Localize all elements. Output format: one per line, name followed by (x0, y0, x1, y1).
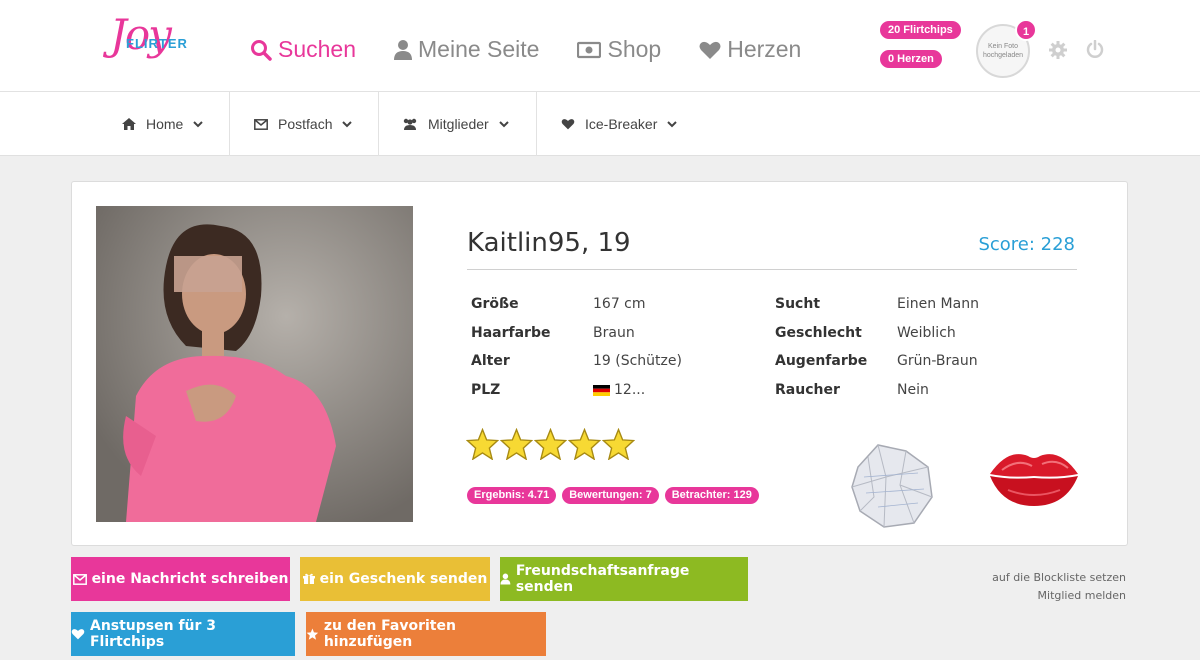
report-member-link[interactable]: Mitglied melden (992, 587, 1126, 605)
rating-stats: Ergebnis: 4.71 Bewertungen: 7 Betrachter… (467, 487, 759, 504)
chevron-down-icon (342, 120, 353, 127)
send-gift-button[interactable]: ein Geschenk senden (300, 557, 490, 601)
heart-icon (71, 629, 85, 640)
add-favorite-label: zu den Favoriten hinzufügen (323, 618, 456, 650)
attr-value-seeking: Einen Mann (897, 296, 979, 312)
gear-icon[interactable] (1049, 41, 1067, 59)
nav-my-page-label: Meine Seite (418, 36, 540, 62)
attr-label-seeking: Sucht (775, 296, 821, 312)
subnav-icebreaker-label: Ice-Breaker (585, 116, 658, 132)
stat-ratings: Bewertungen: 7 (562, 487, 659, 504)
attr-value-eyes: Grün-Braun (897, 353, 978, 369)
attr-value-zip: 12... (614, 382, 646, 398)
poke-label: Anstupsen für 3 Flirtchips (89, 618, 217, 650)
stat-result: Ergebnis: 4.71 (467, 487, 557, 504)
nav-my-page[interactable]: Meine Seite (394, 36, 539, 63)
attr-label-gender: Geschlecht (775, 325, 862, 341)
attr-value-smoker: Nein (897, 382, 929, 398)
notification-count[interactable]: 1 (1015, 19, 1037, 41)
chevron-down-icon (667, 120, 678, 127)
nav-shop-label: Shop (607, 36, 662, 62)
attr-value-hair: Braun (593, 325, 635, 341)
attr-value-gender: Weiblich (897, 325, 956, 341)
main-nav: Suchen Meine Seite Shop Herzen (250, 36, 839, 63)
sub-nav: Home Postfach Mitglieder Ice-Breaker (0, 92, 1200, 156)
subnav-mitglieder-label: Mitglieder (428, 116, 489, 132)
subnav-postfach-label: Postfach (278, 116, 333, 132)
profile-photo[interactable] (96, 206, 413, 522)
send-message-label: eine Nachricht schreiben (91, 571, 289, 587)
secondary-links: auf die Blockliste setzen Mitglied melde… (992, 569, 1126, 605)
subnav-mitglieder[interactable]: Mitglieder (379, 92, 537, 156)
attr-label-zip: PLZ (471, 382, 501, 398)
gift-icon (302, 573, 315, 584)
attr-label-height: Größe (471, 296, 519, 312)
star-icon[interactable] (500, 428, 533, 460)
nav-hearts[interactable]: Herzen (699, 36, 801, 63)
heart-icon (699, 41, 721, 59)
joyflirter-logo[interactable]: Joy FLIRTER (108, 10, 194, 74)
nav-search-label: Suchen (278, 36, 357, 62)
profile-score: Score: 228 (978, 234, 1075, 255)
friend-request-label: Freundschaftsanfrage senden (515, 563, 690, 595)
profile-name-age: Kaitlin95, 19 (467, 228, 631, 258)
attr-label-age: Alter (471, 353, 510, 369)
top-header: Joy FLIRTER Suchen Meine Seite Shop Herz… (0, 0, 1200, 92)
rating-stars[interactable] (466, 428, 635, 460)
money-icon (577, 41, 602, 58)
power-icon[interactable] (1086, 40, 1104, 60)
flirtchips-badge[interactable]: 20 Flirtchips (880, 21, 961, 39)
avatar-placeholder-text: Kein Foto hochgeladen (982, 43, 1024, 59)
profile-divider (467, 269, 1077, 270)
friend-request-button[interactable]: Freundschaftsanfrage senden (500, 557, 748, 601)
profile-photo-image (96, 206, 413, 522)
subnav-icebreaker[interactable]: Ice-Breaker (537, 92, 717, 156)
subnav-home-label: Home (146, 116, 184, 132)
germany-flag-icon (593, 384, 610, 396)
attr-value-age: 19 (Schütze) (593, 353, 682, 369)
subnav-postfach[interactable]: Postfach (230, 92, 379, 156)
profile-card: Kaitlin95, 19 Score: 228 Größe 167 cm Ha… (71, 181, 1128, 546)
send-gift-label: ein Geschenk senden (319, 571, 488, 587)
attr-label-hair: Haarfarbe (471, 325, 551, 341)
poke-button[interactable]: Anstupsen für 3 Flirtchips (71, 612, 295, 656)
search-icon (251, 39, 272, 61)
send-message-button[interactable]: eine Nachricht schreiben (71, 557, 290, 601)
blocklist-link[interactable]: auf die Blockliste setzen (992, 569, 1126, 587)
chevron-down-icon (498, 120, 509, 127)
logo-flirter-text: FLIRTER (126, 36, 188, 51)
attr-label-smoker: Raucher (775, 382, 840, 398)
star-icon (306, 628, 319, 640)
envelope-icon (72, 573, 87, 585)
crumpled-paper-gift-icon[interactable] (848, 437, 936, 529)
user-icon (500, 573, 511, 585)
nav-shop[interactable]: Shop (577, 36, 661, 63)
attr-value-zip-row: 12... (593, 382, 645, 398)
heart-icon (561, 119, 575, 130)
add-favorite-button[interactable]: zu den Favoriten hinzufügen (306, 612, 546, 656)
user-icon (394, 39, 413, 60)
star-icon[interactable] (568, 428, 601, 460)
stat-viewers: Betrachter: 129 (664, 487, 759, 504)
nav-hearts-label: Herzen (727, 36, 802, 62)
star-icon[interactable] (466, 428, 499, 460)
attr-value-height: 167 cm (593, 296, 646, 312)
subnav-home[interactable]: Home (0, 92, 230, 156)
logo-joy-text: Joy (110, 10, 172, 59)
home-icon (122, 118, 136, 130)
hearts-badge[interactable]: 0 Herzen (880, 50, 942, 68)
star-icon[interactable] (534, 428, 567, 460)
kiss-lips-gift-icon[interactable] (988, 444, 1080, 510)
nav-search[interactable]: Suchen (250, 36, 356, 63)
users-icon (403, 118, 417, 130)
chevron-down-icon (193, 120, 204, 127)
star-icon[interactable] (602, 428, 635, 460)
envelope-icon (254, 118, 268, 130)
attr-label-eyes: Augenfarbe (775, 353, 868, 369)
